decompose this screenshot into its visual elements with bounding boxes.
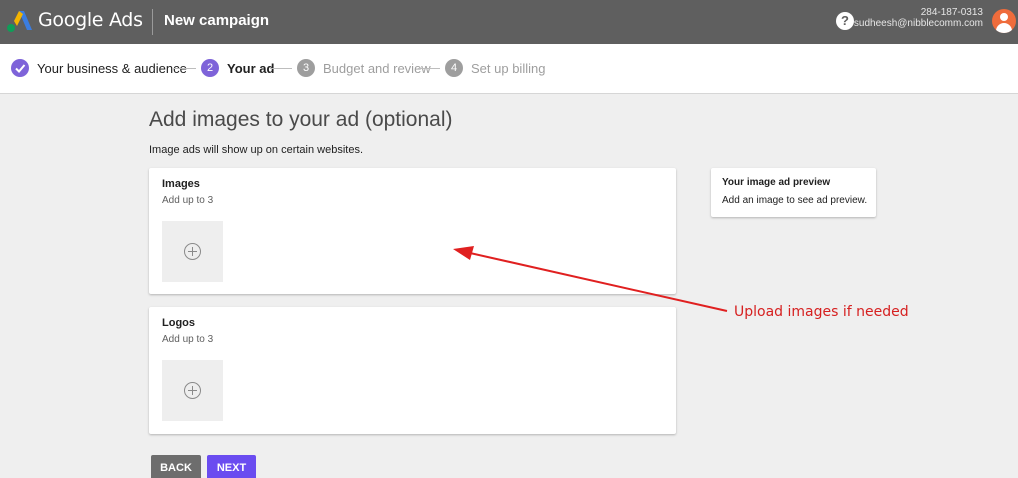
preview-title: Your image ad preview: [722, 177, 831, 188]
campaign-title: New campaign: [164, 12, 270, 29]
account-phone[interactable]: 284-187-0313: [921, 7, 983, 18]
step-budget-review[interactable]: 3 Budget and review: [297, 58, 431, 78]
step-connector: [174, 68, 196, 69]
page-subtitle: Image ads will show up on certain websit…: [149, 144, 363, 156]
brand-name[interactable]: Google Ads: [38, 9, 143, 31]
help-circle-icon[interactable]: ?: [836, 12, 854, 30]
logos-card-title: Logos: [162, 317, 195, 329]
step-label: Your business & audience: [37, 60, 187, 76]
step-connector: [418, 68, 440, 69]
logos-card: Logos Add up to 3: [149, 307, 676, 434]
add-logo-button[interactable]: [162, 360, 223, 421]
google-ads-logo-icon: [7, 11, 32, 32]
image-ad-preview-card: Your image ad preview Add an image to se…: [711, 168, 876, 217]
header-divider: [152, 9, 153, 35]
step-your-ad[interactable]: 2 Your ad: [201, 58, 274, 78]
step-label: Set up billing: [471, 60, 546, 76]
step-label: Budget and review: [323, 60, 431, 76]
step-connector: [270, 68, 292, 69]
annotation-text: Upload images if needed: [734, 304, 909, 320]
check-icon: [11, 59, 29, 77]
step-number: 4: [445, 59, 463, 77]
page-title: Add images to your ad (optional): [149, 108, 453, 131]
step-number: 2: [201, 59, 219, 77]
avatar[interactable]: [992, 9, 1016, 33]
images-card-subtitle: Add up to 3: [162, 195, 214, 206]
add-image-button[interactable]: [162, 221, 223, 282]
step-label: Your ad: [227, 60, 275, 76]
step-set-up-billing[interactable]: 4 Set up billing: [445, 58, 545, 78]
top-app-bar: Google Ads New campaign ? 284-187-0313 s…: [0, 0, 1018, 44]
step-number: 3: [297, 59, 315, 77]
back-button[interactable]: BACK: [151, 455, 201, 478]
images-card: Images Add up to 3: [149, 168, 676, 294]
next-button[interactable]: NEXT: [207, 455, 256, 478]
progress-stepper: Your business & audience 2 Your ad 3 Bud…: [0, 44, 1018, 94]
account-email[interactable]: sudheesh@nibblecomm.com: [854, 18, 983, 29]
add-circle-icon: [184, 243, 201, 260]
add-circle-icon: [184, 382, 201, 399]
logos-card-subtitle: Add up to 3: [162, 334, 214, 345]
step-business-audience[interactable]: Your business & audience: [11, 58, 187, 78]
preview-subtitle: Add an image to see ad preview.: [722, 195, 868, 206]
images-card-title: Images: [162, 178, 200, 190]
